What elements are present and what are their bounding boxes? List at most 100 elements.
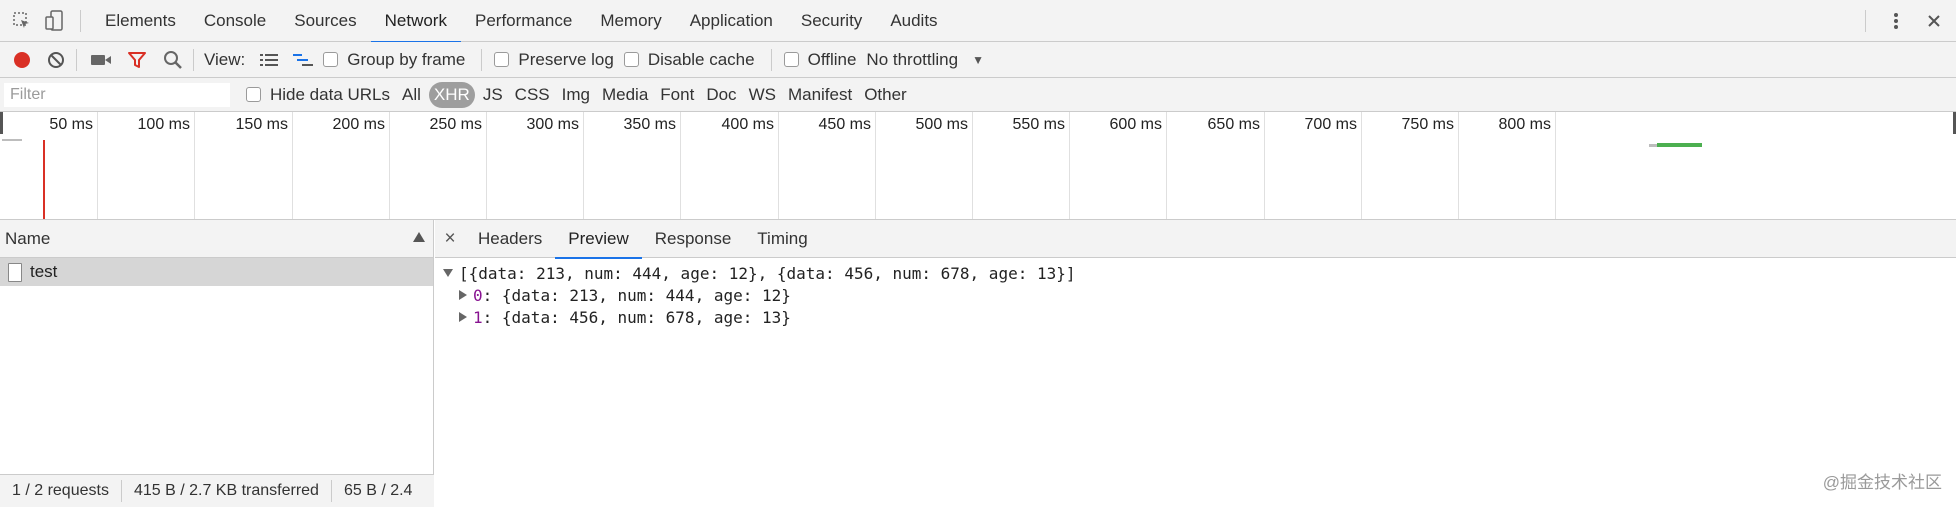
json-root-summary: [{data: 213, num: 444, age: 12}, {data: … [459, 263, 1076, 283]
tab-label: Elements [105, 10, 176, 30]
inspect-element-icon[interactable] [8, 7, 36, 35]
tab-sources[interactable]: Sources [280, 0, 370, 42]
disable-cache-checkbox[interactable]: Disable cache [623, 42, 755, 78]
json-item-value: : {data: 213, num: 444, age: 12} [482, 285, 791, 305]
filter-type-all[interactable]: All [398, 82, 425, 108]
filter-type-other[interactable]: Other [860, 82, 911, 108]
group-by-frame-label: Group by frame [347, 49, 466, 69]
filter-type-xhr[interactable]: XHR [428, 81, 475, 108]
json-item-value: : {data: 456, num: 678, age: 13} [482, 307, 791, 327]
preserve-log-label: Preserve log [518, 49, 614, 69]
more-options-icon[interactable] [1882, 7, 1910, 35]
tab-label: Performance [474, 10, 573, 30]
filter-type-media[interactable]: Media [598, 82, 652, 108]
throttling-select[interactable]: No throttling ▼ [866, 42, 984, 78]
tab-label: Security [800, 10, 863, 30]
filter-type-img[interactable]: Img [558, 82, 594, 108]
throttling-value: No throttling [866, 49, 959, 69]
device-toolbar-icon[interactable] [40, 7, 68, 35]
tab-label: Network [384, 10, 447, 30]
filter-type-font[interactable]: Font [656, 82, 698, 108]
toolbar-divider [76, 48, 77, 71]
timeline-tick-label: 350 ms [623, 116, 676, 133]
column-header-label: Name [5, 228, 51, 248]
summary-bar: 1 / 2 requests 415 B / 2.7 KB transferre… [0, 474, 434, 507]
timeline-tick-label: 100 ms [137, 116, 190, 133]
view-label: View: [204, 49, 246, 69]
tab-label: Headers [478, 228, 543, 248]
checkbox-box[interactable] [623, 52, 639, 67]
tab-application[interactable]: Application [676, 0, 787, 42]
offline-checkbox[interactable]: Offline [783, 42, 857, 78]
record-icon[interactable] [8, 46, 36, 74]
tab-security[interactable]: Security [787, 0, 876, 42]
json-preview: [{data: 213, num: 444, age: 12}, {data: … [435, 258, 1956, 328]
network-toolbar: View: Group by frame Preserve log Disabl… [0, 42, 1956, 78]
name-column-header[interactable]: Name [0, 220, 433, 258]
hide-data-urls-label: Hide data URLs [270, 84, 391, 104]
filter-icon[interactable] [123, 46, 151, 74]
large-rows-list-icon[interactable] [255, 46, 283, 74]
timeline-tick-label: 750 ms [1401, 116, 1454, 133]
tab-label: Application [689, 10, 773, 30]
tab-label: Memory [600, 10, 662, 30]
timeline-tick-label: 700 ms [1304, 116, 1357, 133]
checkbox-box[interactable] [246, 87, 261, 102]
filter-type-manifest[interactable]: Manifest [784, 82, 856, 108]
json-root-row[interactable]: [{data: 213, num: 444, age: 12}, {data: … [443, 262, 1956, 284]
filter-type-css[interactable]: CSS [511, 82, 554, 108]
waterfall-overview-icon[interactable] [289, 46, 317, 74]
tab-audits[interactable]: Audits [876, 0, 951, 42]
capture-screenshots-icon[interactable] [87, 46, 115, 74]
search-icon[interactable] [159, 46, 187, 74]
filter-type-ws[interactable]: WS [745, 82, 780, 108]
collapse-triangle-icon[interactable] [459, 312, 467, 322]
filter-type-doc[interactable]: Doc [702, 82, 740, 108]
timeline-overview[interactable]: 50 ms 100 ms 150 ms 200 ms 250 ms 300 ms 350 m… [0, 112, 1956, 220]
preserve-log-checkbox[interactable]: Preserve log [494, 42, 614, 78]
group-by-frame-checkbox[interactable]: Group by frame [323, 42, 465, 78]
filter-type-js[interactable]: JS [479, 82, 507, 108]
tab-headers[interactable]: Headers [465, 220, 555, 258]
collapse-triangle-icon[interactable] [459, 290, 467, 300]
checkbox-box[interactable] [783, 52, 799, 67]
checkbox-box[interactable] [323, 52, 339, 67]
timeline-tick-label: 550 ms [1012, 116, 1065, 133]
close-icon[interactable]: × [435, 220, 465, 258]
json-item-row[interactable]: 0: {data: 213, num: 444, age: 12} [443, 284, 1956, 306]
timeline-tick-label: 300 ms [526, 116, 579, 133]
timeline-tick-label: 600 ms [1109, 116, 1162, 133]
tab-label: Sources [294, 10, 357, 30]
checkbox-box[interactable] [494, 52, 510, 67]
transferred-size: 415 B / 2.7 KB transferred [133, 482, 319, 499]
tab-performance[interactable]: Performance [461, 0, 586, 42]
tab-label: Console [203, 10, 267, 30]
tab-elements[interactable]: Elements [91, 0, 190, 42]
timeline-tick-label: 650 ms [1207, 116, 1260, 133]
tab-network[interactable]: Network [370, 0, 462, 43]
tab-memory[interactable]: Memory [586, 0, 675, 42]
tab-preview[interactable]: Preview [555, 220, 643, 259]
request-row[interactable]: test [0, 258, 433, 286]
panel-tabs: Elements Console Sources Network Perform… [91, 0, 952, 43]
timeline-tick-label: 500 ms [915, 116, 968, 133]
tab-response[interactable]: Response [642, 220, 745, 258]
json-item-row[interactable]: 1: {data: 456, num: 678, age: 13} [443, 306, 1956, 328]
resource-type-filters: All XHR JS CSS Img Media Font Doc WS Man… [398, 81, 915, 108]
offline-label: Offline [807, 49, 857, 69]
request-marker-bar [2, 139, 22, 141]
hide-data-urls-checkbox[interactable]: Hide data URLs [246, 77, 390, 113]
close-devtools-icon[interactable] [1920, 7, 1948, 35]
document-icon [8, 262, 22, 282]
tab-label: Response [654, 228, 732, 248]
tab-timing[interactable]: Timing [744, 220, 820, 258]
toolbar-divider [193, 48, 194, 71]
request-name: test [30, 262, 58, 281]
tab-console[interactable]: Console [190, 0, 280, 42]
clear-icon[interactable] [42, 46, 70, 74]
filter-input[interactable] [4, 82, 230, 107]
json-item-key: 0 [473, 285, 483, 305]
expand-triangle-icon[interactable] [443, 269, 453, 277]
waterfall-bar-waiting [1649, 144, 1657, 147]
toolbar-divider [770, 48, 772, 71]
